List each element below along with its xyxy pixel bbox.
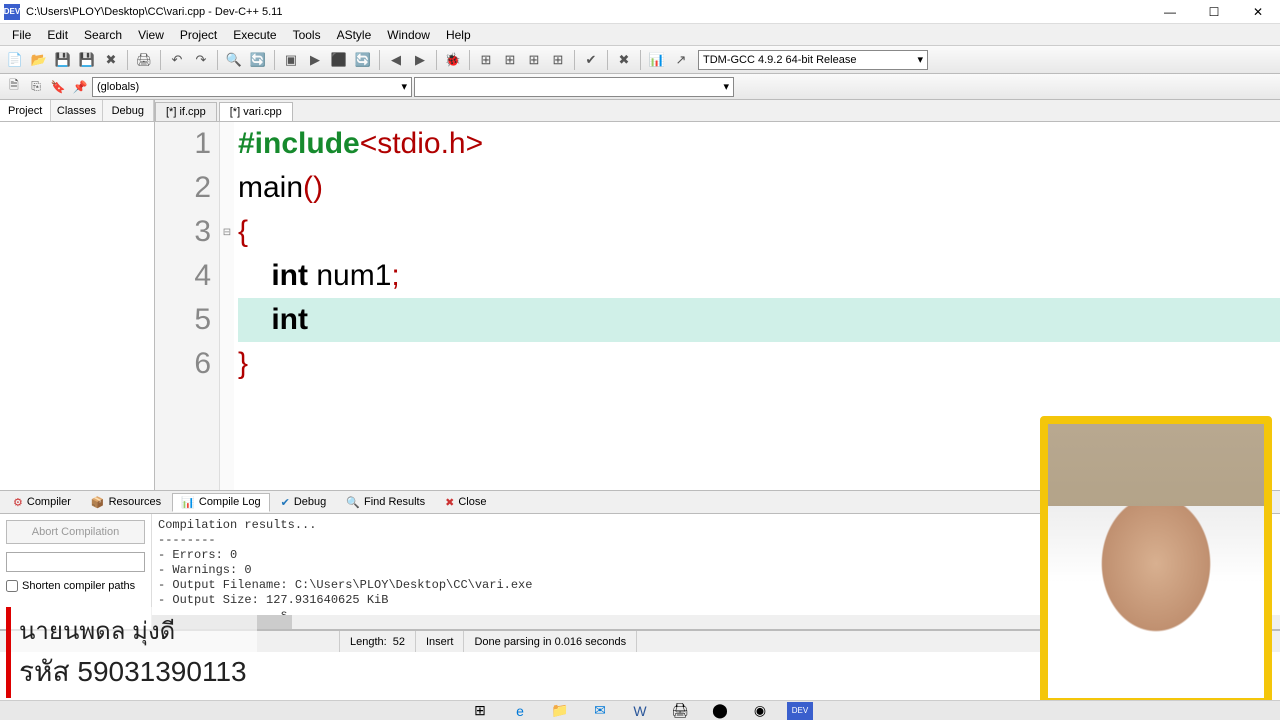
word-icon[interactable]: W [627,702,653,720]
presenter-overlay: นายนพดล มุ่งดี รหัส 59031390113 [6,607,257,698]
main-toolbar: 📄 📂 💾 💾 ✖ 🖨 ↶ ↷ 🔍 🔄 ▣ ▶ ⬛ 🔄 ◀ ▶ 🐞 ⊞ ⊞ ⊞ … [0,46,1280,74]
members-combo[interactable]: ▾ [414,77,734,97]
save-all-icon[interactable]: 💾 [76,49,98,71]
maximize-button[interactable]: ☐ [1192,0,1236,24]
edge-icon[interactable]: e [507,702,533,720]
bottom-tab-debug[interactable]: ✔Debug [272,493,336,512]
windows-taskbar: ⊞ e 📁 ✉ W 🖨 ⬤ ◉ DEV [0,700,1280,720]
fold-column: ⊟ [220,122,234,490]
menu-project[interactable]: Project [172,26,225,44]
debug-icon[interactable]: 🐞 [442,49,464,71]
file-tabs: [*] if.cpp[*] vari.cpp [155,100,1280,122]
menu-tools[interactable]: Tools [285,26,329,44]
compile-icon[interactable]: ▣ [280,49,302,71]
bottom-tab-compile-log[interactable]: 📊Compile Log [172,493,269,512]
menu-edit[interactable]: Edit [39,26,76,44]
close-file-icon[interactable]: ✖ [100,49,122,71]
close-button[interactable]: ✕ [1236,0,1280,24]
print-icon[interactable]: 🖨 [133,49,155,71]
menu-window[interactable]: Window [379,26,438,44]
shorten-paths-checkbox[interactable]: Shorten compiler paths [6,580,145,592]
rebuild-icon[interactable]: 🔄 [352,49,374,71]
sidebar-tab-debug[interactable]: Debug [103,100,154,121]
compile-filter-input[interactable] [6,552,145,572]
new-file-icon[interactable]: 📄 [4,49,26,71]
insert-mode: Insert [416,631,465,652]
back-icon[interactable]: ◀ [385,49,407,71]
bottom-tab-resources[interactable]: 📦Resources [82,493,170,512]
sidebar-body [0,122,154,490]
bottom-tab-compiler[interactable]: ⚙Compiler [4,493,80,512]
printer-icon[interactable]: 🖨 [667,702,693,720]
file-tab[interactable]: [*] if.cpp [155,102,217,121]
menu-view[interactable]: View [130,26,172,44]
sidebar-tabs: ProjectClassesDebug [0,100,154,122]
bookmark-icon[interactable]: 🔖 [48,77,68,97]
grid4-icon[interactable]: ⊞ [547,49,569,71]
forward-icon[interactable]: ▶ [409,49,431,71]
undo-icon[interactable]: ↶ [166,49,188,71]
grid2-icon[interactable]: ⊞ [499,49,521,71]
menu-astyle[interactable]: AStyle [329,26,380,44]
grid3-icon[interactable]: ⊞ [523,49,545,71]
open-file-icon[interactable]: 📂 [28,49,50,71]
obs-icon[interactable]: ⬤ [707,702,733,720]
window-title: C:\Users\PLOY\Desktop\CC\vari.cpp - Dev-… [26,6,1148,18]
x-icon[interactable]: ✖ [613,49,635,71]
replace-icon[interactable]: 🔄 [247,49,269,71]
devcpp-icon[interactable]: DEV [787,702,813,720]
minimize-button[interactable]: — [1148,0,1192,24]
mail-icon[interactable]: ✉ [587,702,613,720]
bottom-tab-close[interactable]: ✖Close [436,493,495,512]
webcam-overlay [1040,416,1272,706]
insert-icon[interactable]: ⎘ [26,77,46,97]
compiler-selector[interactable]: TDM-GCC 4.9.2 64-bit Release▾ [698,50,928,70]
app-icon: DEV [4,4,20,20]
compile-run-icon[interactable]: ⬛ [328,49,350,71]
sidebar-tab-classes[interactable]: Classes [51,100,102,121]
check-icon[interactable]: ✔ [580,49,602,71]
menu-help[interactable]: Help [438,26,479,44]
explorer-icon[interactable]: 📁 [547,702,573,720]
menubar: FileEditSearchViewProjectExecuteToolsASt… [0,24,1280,46]
goto-bookmark-icon[interactable]: 📌 [70,77,90,97]
run-icon[interactable]: ▶ [304,49,326,71]
profile-icon[interactable]: 📊 [646,49,668,71]
secondary-toolbar: 🗎 ⎘ 🔖 📌 (globals)▾ ▾ [0,74,1280,100]
line-gutter: 123456 [155,122,220,490]
task-view-icon[interactable]: ⊞ [467,702,493,720]
save-icon[interactable]: 💾 [52,49,74,71]
bottom-tab-find-results[interactable]: 🔍Find Results [337,493,434,512]
abort-compilation-button[interactable]: Abort Compilation [6,520,145,544]
window-titlebar: DEV C:\Users\PLOY\Desktop\CC\vari.cpp - … [0,0,1280,24]
grid1-icon[interactable]: ⊞ [475,49,497,71]
file-tab[interactable]: [*] vari.cpp [219,102,293,121]
new-project-icon[interactable]: 🗎 [4,77,24,97]
sidebar: ProjectClassesDebug [0,100,155,490]
menu-file[interactable]: File [4,26,39,44]
find-icon[interactable]: 🔍 [223,49,245,71]
globals-combo[interactable]: (globals)▾ [92,77,412,97]
goto-icon[interactable]: ↗ [670,49,692,71]
sidebar-tab-project[interactable]: Project [0,100,51,121]
chrome-icon[interactable]: ◉ [747,702,773,720]
parse-status: Done parsing in 0.016 seconds [464,631,637,652]
redo-icon[interactable]: ↷ [190,49,212,71]
menu-execute[interactable]: Execute [225,26,284,44]
menu-search[interactable]: Search [76,26,130,44]
